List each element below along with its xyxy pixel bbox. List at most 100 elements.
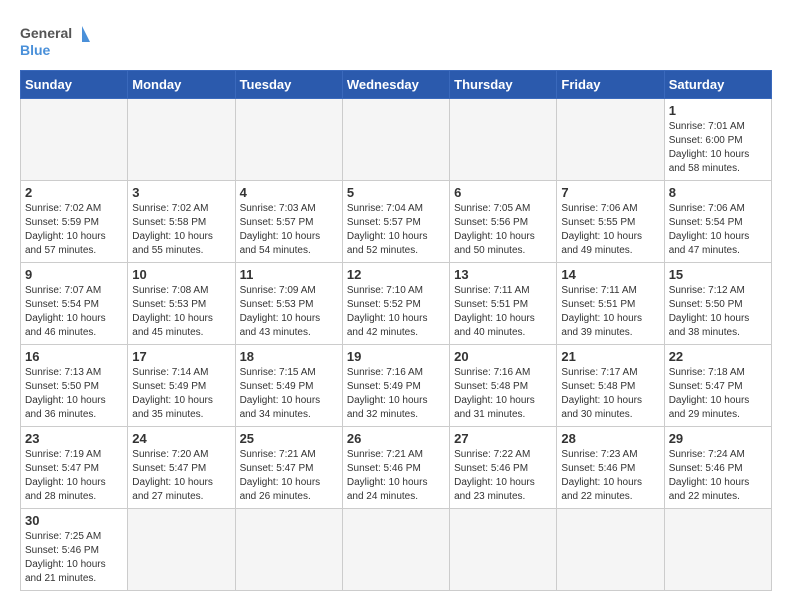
calendar-cell: 29 Sunrise: 7:24 AM Sunset: 5:46 PM Dayli… (664, 427, 771, 509)
day-info: Sunrise: 7:06 AM Sunset: 5:55 PM Dayligh… (561, 202, 659, 258)
svg-text:Blue: Blue (20, 42, 51, 58)
header: General Blue (20, 20, 772, 60)
day-header-thursday: Thursday (450, 71, 557, 99)
day-header-monday: Monday (128, 71, 235, 99)
calendar-cell: 11 Sunrise: 7:09 AM Sunset: 5:53 PM Dayli… (235, 263, 342, 345)
day-info: Sunrise: 7:19 AM Sunset: 5:47 PM Dayligh… (25, 448, 123, 504)
calendar-cell (21, 99, 128, 181)
calendar-cell: 14Sunrise: 7:11 AM Sunset: 5:51 PM Dayli… (557, 263, 664, 345)
day-info: Sunrise: 7:16 AM Sunset: 5:49 PM Dayligh… (347, 366, 445, 422)
calendar-cell: 25 Sunrise: 7:21 AM Sunset: 5:47 PM Dayli… (235, 427, 342, 509)
calendar-cell (450, 509, 557, 591)
calendar-cell: 30 Sunrise: 7:25 AM Sunset: 5:46 PM Dayli… (21, 509, 128, 591)
day-info: Sunrise: 7:15 AM Sunset: 5:49 PM Dayligh… (240, 366, 338, 422)
day-number: 6 (454, 185, 552, 200)
day-info: Sunrise: 7:22 AM Sunset: 5:46 PM Dayligh… (454, 448, 552, 504)
day-info: Sunrise: 7:10 AM Sunset: 5:52 PM Dayligh… (347, 284, 445, 340)
calendar-cell: 7Sunrise: 7:06 AM Sunset: 5:55 PM Daylig… (557, 181, 664, 263)
day-number: 23 (25, 431, 123, 446)
day-number: 9 (25, 267, 123, 282)
calendar-cell: 21Sunrise: 7:17 AM Sunset: 5:48 PM Dayli… (557, 345, 664, 427)
day-info: Sunrise: 7:01 AM Sunset: 6:00 PM Dayligh… (669, 120, 767, 176)
day-number: 24 (132, 431, 230, 446)
calendar-cell: 9Sunrise: 7:07 AM Sunset: 5:54 PM Daylig… (21, 263, 128, 345)
day-info: Sunrise: 7:03 AM Sunset: 5:57 PM Dayligh… (240, 202, 338, 258)
day-number: 11 (240, 267, 338, 282)
day-number: 20 (454, 349, 552, 364)
day-number: 1 (669, 103, 767, 118)
day-info: Sunrise: 7:12 AM Sunset: 5:50 PM Dayligh… (669, 284, 767, 340)
calendar-cell (557, 509, 664, 591)
day-header-saturday: Saturday (664, 71, 771, 99)
day-number: 28 (561, 431, 659, 446)
day-info: Sunrise: 7:14 AM Sunset: 5:49 PM Dayligh… (132, 366, 230, 422)
day-info: Sunrise: 7:24 AM Sunset: 5:46 PM Dayligh… (669, 448, 767, 504)
day-info: Sunrise: 7:04 AM Sunset: 5:57 PM Dayligh… (347, 202, 445, 258)
calendar-cell (342, 99, 449, 181)
day-info: Sunrise: 7:13 AM Sunset: 5:50 PM Dayligh… (25, 366, 123, 422)
day-info: Sunrise: 7:23 AM Sunset: 5:46 PM Dayligh… (561, 448, 659, 504)
day-info: Sunrise: 7:16 AM Sunset: 5:48 PM Dayligh… (454, 366, 552, 422)
calendar-cell: 28 Sunrise: 7:23 AM Sunset: 5:46 PM Dayli… (557, 427, 664, 509)
calendar-cell (128, 99, 235, 181)
day-header-tuesday: Tuesday (235, 71, 342, 99)
day-number: 3 (132, 185, 230, 200)
calendar-cell: 27 Sunrise: 7:22 AM Sunset: 5:46 PM Dayli… (450, 427, 557, 509)
day-header-sunday: Sunday (21, 71, 128, 99)
day-number: 25 (240, 431, 338, 446)
day-info: Sunrise: 7:02 AM Sunset: 5:59 PM Dayligh… (25, 202, 123, 258)
calendar-cell (128, 509, 235, 591)
calendar-cell (342, 509, 449, 591)
calendar-cell: 8 Sunrise: 7:06 AM Sunset: 5:54 PM Daylig… (664, 181, 771, 263)
calendar-cell (450, 99, 557, 181)
day-info: Sunrise: 7:08 AM Sunset: 5:53 PM Dayligh… (132, 284, 230, 340)
calendar-cell: 1 Sunrise: 7:01 AM Sunset: 6:00 PM Daylig… (664, 99, 771, 181)
calendar-cell: 13 Sunrise: 7:11 AM Sunset: 5:51 PM Dayli… (450, 263, 557, 345)
day-number: 16 (25, 349, 123, 364)
day-info: Sunrise: 7:06 AM Sunset: 5:54 PM Dayligh… (669, 202, 767, 258)
day-number: 15 (669, 267, 767, 282)
day-info: Sunrise: 7:11 AM Sunset: 5:51 PM Dayligh… (561, 284, 659, 340)
day-header-wednesday: Wednesday (342, 71, 449, 99)
calendar-cell: 6 Sunrise: 7:05 AM Sunset: 5:56 PM Daylig… (450, 181, 557, 263)
calendar-cell: 26 Sunrise: 7:21 AM Sunset: 5:46 PM Dayli… (342, 427, 449, 509)
logo-svg: General Blue (20, 20, 90, 60)
logo: General Blue (20, 20, 90, 60)
day-number: 13 (454, 267, 552, 282)
day-number: 4 (240, 185, 338, 200)
day-number: 2 (25, 185, 123, 200)
calendar-cell: 2 Sunrise: 7:02 AM Sunset: 5:59 PM Daylig… (21, 181, 128, 263)
day-info: Sunrise: 7:20 AM Sunset: 5:47 PM Dayligh… (132, 448, 230, 504)
calendar-cell: 12 Sunrise: 7:10 AM Sunset: 5:52 PM Dayli… (342, 263, 449, 345)
day-number: 27 (454, 431, 552, 446)
day-number: 26 (347, 431, 445, 446)
day-number: 17 (132, 349, 230, 364)
day-info: Sunrise: 7:21 AM Sunset: 5:46 PM Dayligh… (347, 448, 445, 504)
day-info: Sunrise: 7:17 AM Sunset: 5:48 PM Dayligh… (561, 366, 659, 422)
day-number: 5 (347, 185, 445, 200)
calendar-cell: 4 Sunrise: 7:03 AM Sunset: 5:57 PM Daylig… (235, 181, 342, 263)
day-info: Sunrise: 7:05 AM Sunset: 5:56 PM Dayligh… (454, 202, 552, 258)
calendar-cell: 22Sunrise: 7:18 AM Sunset: 5:47 PM Dayli… (664, 345, 771, 427)
day-info: Sunrise: 7:25 AM Sunset: 5:46 PM Dayligh… (25, 530, 123, 586)
calendar-cell (235, 99, 342, 181)
calendar-cell (664, 509, 771, 591)
calendar-cell: 19Sunrise: 7:16 AM Sunset: 5:49 PM Dayli… (342, 345, 449, 427)
day-number: 10 (132, 267, 230, 282)
day-info: Sunrise: 7:09 AM Sunset: 5:53 PM Dayligh… (240, 284, 338, 340)
day-number: 8 (669, 185, 767, 200)
calendar-cell: 16 Sunrise: 7:13 AM Sunset: 5:50 PM Dayli… (21, 345, 128, 427)
calendar-cell: 24 Sunrise: 7:20 AM Sunset: 5:47 PM Dayli… (128, 427, 235, 509)
day-number: 12 (347, 267, 445, 282)
day-number: 18 (240, 349, 338, 364)
day-info: Sunrise: 7:21 AM Sunset: 5:47 PM Dayligh… (240, 448, 338, 504)
calendar-cell: 23 Sunrise: 7:19 AM Sunset: 5:47 PM Dayli… (21, 427, 128, 509)
calendar-cell: 10 Sunrise: 7:08 AM Sunset: 5:53 PM Dayli… (128, 263, 235, 345)
day-info: Sunrise: 7:11 AM Sunset: 5:51 PM Dayligh… (454, 284, 552, 340)
calendar-cell: 17 Sunrise: 7:14 AM Sunset: 5:49 PM Dayli… (128, 345, 235, 427)
svg-text:General: General (20, 25, 72, 41)
day-header-friday: Friday (557, 71, 664, 99)
calendar-cell: 15 Sunrise: 7:12 AM Sunset: 5:50 PM Dayli… (664, 263, 771, 345)
day-number: 30 (25, 513, 123, 528)
day-number: 29 (669, 431, 767, 446)
